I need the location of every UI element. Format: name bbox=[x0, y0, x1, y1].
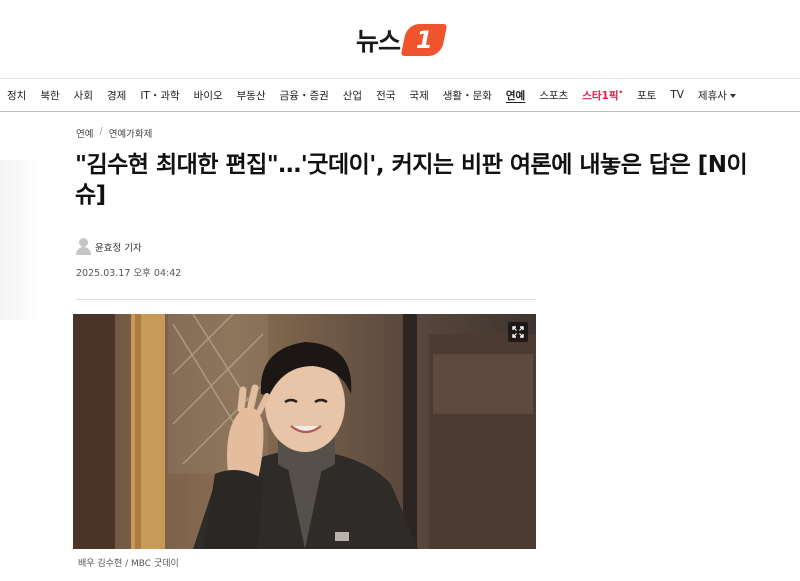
photo-illustration bbox=[73, 314, 536, 549]
nav-item-bio[interactable]: 바이오 bbox=[194, 88, 223, 103]
nav-item-nationwide[interactable]: 전국 bbox=[376, 88, 395, 103]
nav-item-lifestyle[interactable]: 생활・문화 bbox=[443, 88, 492, 103]
publish-timestamp: 2025.03.17 오후 04:42 bbox=[76, 268, 182, 279]
nav-item-international[interactable]: 국제 bbox=[409, 88, 428, 103]
nav-item-politics[interactable]: 정치 bbox=[7, 88, 26, 103]
nav-item-finance[interactable]: 금융・증권 bbox=[280, 88, 329, 103]
divider bbox=[76, 299, 536, 300]
nav-item-society[interactable]: 사회 bbox=[74, 88, 93, 103]
nav-item-it-science[interactable]: IT・과학 bbox=[140, 88, 179, 103]
nav-item-industry[interactable]: 산업 bbox=[343, 88, 362, 103]
site-logo[interactable]: 뉴스 1 bbox=[355, 22, 448, 58]
nav-item-partners[interactable]: 제휴사 bbox=[698, 88, 736, 103]
nav-item-tv[interactable]: TV bbox=[670, 89, 684, 101]
byline: 윤효정 기자 bbox=[76, 238, 142, 255]
photo-caption: 배우 김수현 / MBC 굿데이 bbox=[78, 559, 179, 569]
nav-item-sports[interactable]: 스포츠 bbox=[539, 88, 568, 103]
breadcrumb-subsection[interactable]: 연예가화제 bbox=[109, 126, 153, 140]
nav-item-entertainment[interactable]: 연예 bbox=[506, 88, 525, 103]
main-nav: 정치 북한 사회 경제 IT・과학 바이오 부동산 금융・증권 산업 전국 국제… bbox=[0, 78, 800, 112]
nav-item-photo[interactable]: 포토 bbox=[637, 88, 656, 103]
site-header: 뉴스 1 bbox=[0, 20, 800, 60]
user-avatar-icon bbox=[76, 238, 91, 255]
side-shadow bbox=[0, 160, 44, 320]
breadcrumb: 연예 / 연예가화제 bbox=[76, 126, 152, 140]
nav-item-star-pick[interactable]: 스타1픽• bbox=[582, 88, 623, 103]
reporter-name[interactable]: 윤효정 기자 bbox=[95, 240, 142, 254]
breadcrumb-separator: / bbox=[99, 126, 103, 137]
breadcrumb-section[interactable]: 연예 bbox=[76, 126, 93, 140]
nav-item-economy[interactable]: 경제 bbox=[107, 88, 126, 103]
nav-item-north-korea[interactable]: 북한 bbox=[40, 88, 59, 103]
star-dot: • bbox=[618, 88, 623, 96]
logo-badge: 1 bbox=[400, 24, 448, 56]
logo-text: 뉴스 bbox=[355, 27, 401, 56]
expand-icon[interactable] bbox=[508, 322, 528, 342]
caret-down-icon bbox=[729, 93, 736, 98]
article-headline: "김수현 최대한 편집"…'굿데이', 커지는 비판 여론에 내놓은 답은 [N… bbox=[75, 152, 748, 208]
article-photo[interactable] bbox=[73, 314, 536, 549]
nav-item-real-estate[interactable]: 부동산 bbox=[237, 88, 266, 103]
